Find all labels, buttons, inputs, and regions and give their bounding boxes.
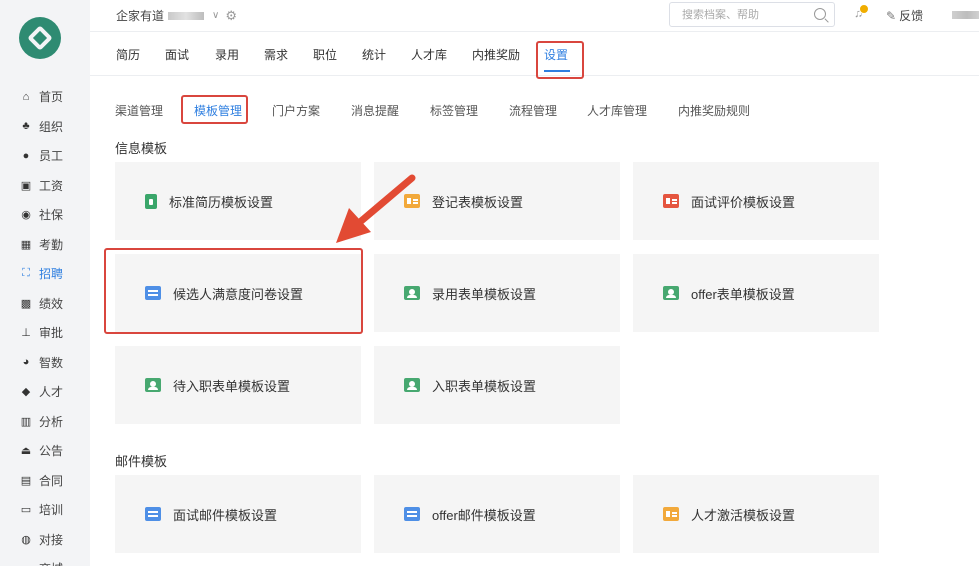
contact-card-icon [404,378,420,392]
subtab-referral-rules[interactable]: 内推奖励规则 [678,102,750,119]
stamp-icon: ⊥ [21,327,31,340]
tab-resume[interactable]: 简历 [116,46,140,63]
feedback-button[interactable]: ✎ 反馈 [886,7,923,24]
subtab-talent-pool[interactable]: 人才库管理 [587,102,647,119]
id-card-icon [404,194,420,208]
sidebar-item-staff[interactable]: ● 员工 [0,141,90,171]
card-offer-mail[interactable]: offer邮件模板设置 [374,475,620,553]
section-title-info: 信息模板 [115,141,168,156]
tab-statistics[interactable]: 统计 [362,46,386,63]
chevron-down-icon: ∨ [212,10,220,21]
salary-icon: ▣ [20,179,32,192]
sidebar-item-performance[interactable]: ▩ 绩效 [0,289,90,319]
sidebar-item-salary[interactable]: ▣ 工资 [0,171,90,201]
user-icon: ● [22,149,30,162]
tab-hire[interactable]: 录用 [215,46,239,63]
training-icon: ▭ [20,504,32,517]
app-logo[interactable] [19,17,61,59]
sidebar-item-smart-data[interactable]: ◕ 智数 [0,348,90,378]
clipboard-icon [145,193,157,209]
sidebar-item-attendance[interactable]: ▦ 考勤 [0,230,90,260]
module-tabs: 简历 面试 录用 需求 职位 统计 人才库 内推奖励 设置 [90,32,979,76]
pie-icon: ◕ [22,356,30,369]
card-interview-mail[interactable]: 面试邮件模板设置 [115,475,361,553]
highlight-box-satisfaction [104,248,363,334]
card-standard-resume[interactable]: 标准简历模板设置 [115,162,361,240]
form-icon [145,507,161,521]
org-icon: ♣ [22,120,30,133]
contact-card-icon [663,286,679,300]
notification-badge [859,4,869,14]
sidebar-item-connect[interactable]: ◍ 对接 [0,525,90,555]
top-header: 企家有道 ∨ ⚙ ♫ ✎ 反馈 [90,0,979,32]
sidebar-item-announcement[interactable]: ⏏ 公告 [0,436,90,466]
sidebar: ⌂ 首页 ♣ 组织 ● 员工 ▣ 工资 ◉ 社保 ▦ 考勤 ⛶ 招聘 ▩ 绩效 ⊥ 审批 ◕ 智数 … [0,0,90,566]
sidebar-item-contract[interactable]: ▤ 合同 [0,466,90,496]
card-hire-form[interactable]: 录用表单模板设置 [374,254,620,332]
contract-icon: ▤ [20,474,32,487]
recruit-icon: ⛶ [22,267,30,280]
blurred-company-name [168,11,205,20]
subtab-channel[interactable]: 渠道管理 [115,102,163,119]
highlight-box-settings [536,41,584,79]
announce-icon: ⏏ [20,445,32,458]
shield-icon: ◉ [21,209,31,222]
card-pending-onboard-form[interactable]: 待入职表单模板设置 [115,346,361,424]
search-box [669,2,835,27]
sidebar-item-talent[interactable]: ◆ 人才 [0,377,90,407]
sidebar-item-org[interactable]: ♣ 组织 [0,112,90,142]
pen-icon: ✎ [886,8,897,23]
sidebar-item-shop[interactable]: ■商城 [0,554,90,566]
connect-icon: ◍ [21,533,31,546]
id-card-icon [663,194,679,208]
tab-demand[interactable]: 需求 [264,46,288,63]
sidebar-item-home[interactable]: ⌂ 首页 [0,82,90,112]
subtab-message[interactable]: 消息提醒 [351,102,399,119]
contact-card-icon [404,286,420,300]
card-interview-evaluation[interactable]: 面试评价模板设置 [633,162,879,240]
sidebar-item-recruit[interactable]: ⛶ 招聘 [0,259,90,289]
tab-interview[interactable]: 面试 [165,46,189,63]
graduation-icon: ◆ [21,386,31,399]
blurred-user-name[interactable] [952,11,979,19]
sidebar-item-training[interactable]: ▭ 培训 [0,495,90,525]
home-icon: ⌂ [22,90,30,103]
subtab-tags[interactable]: 标签管理 [430,102,478,119]
tab-talent-pool[interactable]: 人才库 [411,46,447,63]
highlight-box-template [181,95,248,124]
calendar-icon: ▦ [20,238,32,251]
card-onboard-form[interactable]: 入职表单模板设置 [374,346,620,424]
section-title-mail: 邮件模板 [115,454,168,469]
tab-position[interactable]: 职位 [313,46,337,63]
form-icon [404,507,420,521]
search-icon[interactable] [814,8,826,20]
card-talent-activation[interactable]: 人才激活模板设置 [633,475,879,553]
sidebar-item-approval[interactable]: ⊥ 审批 [0,318,90,348]
chart-icon: ▩ [20,297,32,310]
search-input[interactable] [682,8,810,21]
analysis-icon: ▥ [20,415,32,428]
card-offer-form[interactable]: offer表单模板设置 [633,254,879,332]
card-registration-form[interactable]: 登记表模板设置 [374,162,620,240]
sidebar-item-social-security[interactable]: ◉ 社保 [0,200,90,230]
tab-referral-reward[interactable]: 内推奖励 [472,46,520,63]
company-switcher[interactable]: 企家有道 ∨ ⚙ [116,7,237,24]
subtab-portal[interactable]: 门户方案 [272,102,320,119]
sidebar-item-analysis[interactable]: ▥ 分析 [0,407,90,437]
gear-icon[interactable]: ⚙ [225,8,237,24]
contact-card-icon [145,378,161,392]
subtab-process[interactable]: 流程管理 [509,102,557,119]
id-card-icon [663,507,679,521]
sidebar-nav: ⌂ 首页 ♣ 组织 ● 员工 ▣ 工资 ◉ 社保 ▦ 考勤 ⛶ 招聘 ▩ 绩效 ⊥ 审批 ◕ 智数 … [0,82,90,566]
